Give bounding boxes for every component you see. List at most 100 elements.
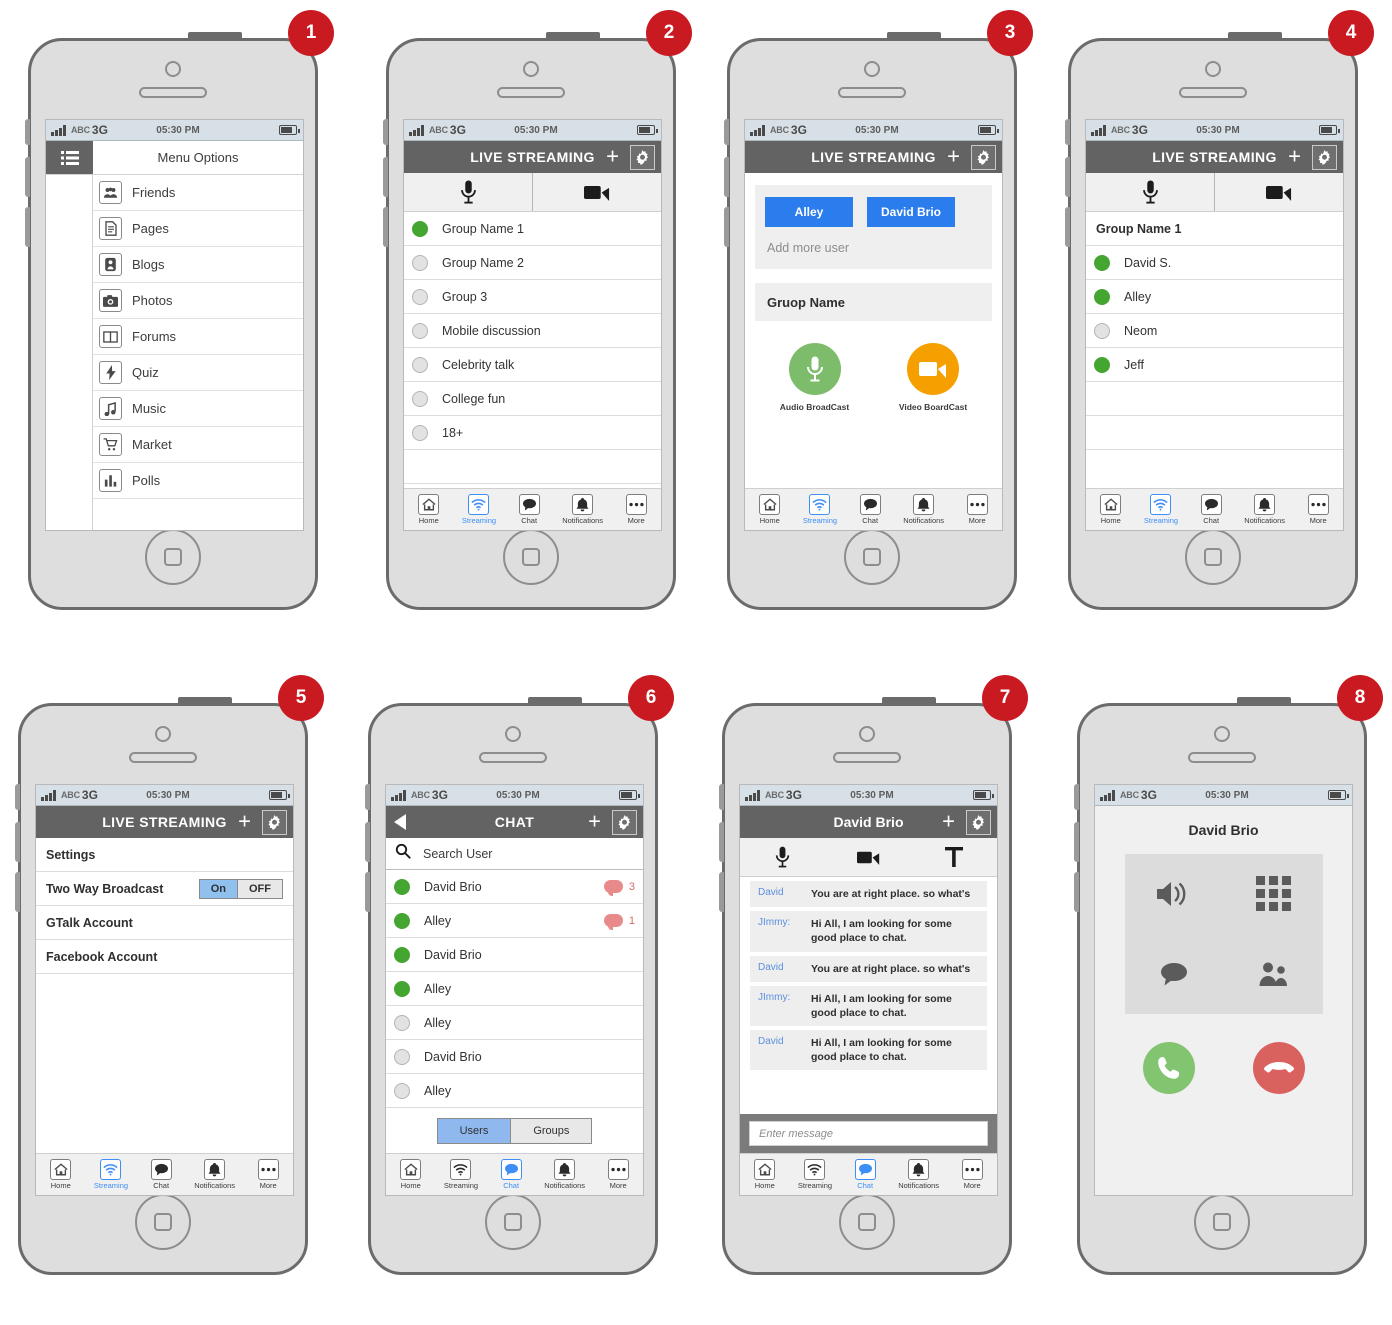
list-item[interactable]: Celebrity talk — [404, 348, 661, 382]
list-item[interactable]: David S. — [1086, 246, 1343, 280]
menu-item-pages[interactable]: Pages — [93, 211, 303, 247]
end-call-button[interactable] — [1252, 1042, 1305, 1094]
nav-item-more[interactable]: More — [966, 494, 988, 525]
menu-item-blogs[interactable]: Blogs — [93, 247, 303, 283]
nav-item-notifications[interactable]: Notifications — [194, 1159, 235, 1190]
video-broadcast-option[interactable]: Video BoardCast — [899, 343, 967, 412]
list-item[interactable]: Alley 1 — [386, 904, 643, 938]
list-item[interactable]: College fun — [404, 382, 661, 416]
home-button[interactable] — [844, 529, 900, 585]
nav-item-streaming[interactable]: Streaming — [444, 1159, 478, 1190]
segment-users[interactable]: Users — [437, 1119, 511, 1143]
home-button[interactable] — [839, 1194, 895, 1250]
list-item[interactable]: Group 3 — [404, 280, 661, 314]
nav-item-chat[interactable]: Chat — [1200, 494, 1222, 525]
message-input[interactable]: Enter message — [749, 1121, 988, 1146]
list-item[interactable]: 18+ — [404, 416, 661, 450]
add-button[interactable]: + — [947, 145, 960, 168]
nav-item-notifications[interactable]: Notifications — [544, 1159, 585, 1190]
tab-video-mode[interactable] — [826, 838, 912, 876]
menu-item-market[interactable]: Market — [93, 427, 303, 463]
nav-item-chat[interactable]: Chat — [518, 494, 540, 525]
toggle-off-option[interactable]: OFF — [237, 879, 282, 898]
nav-item-notifications[interactable]: Notifications — [1244, 494, 1285, 525]
home-button[interactable] — [485, 1194, 541, 1250]
list-item[interactable]: David Brio — [386, 938, 643, 972]
menu-item-quiz[interactable]: Quiz — [93, 355, 303, 391]
home-button[interactable] — [145, 529, 201, 585]
menu-item-forums[interactable]: Forums — [93, 319, 303, 355]
settings-gear-button[interactable] — [1312, 145, 1337, 170]
add-button[interactable]: + — [606, 145, 619, 168]
add-button[interactable]: + — [238, 810, 251, 833]
nav-item-chat[interactable]: Chat — [854, 1159, 876, 1190]
home-button[interactable] — [135, 1194, 191, 1250]
home-button[interactable] — [1194, 1194, 1250, 1250]
menu-item-polls[interactable]: Polls — [93, 463, 303, 499]
nav-item-home[interactable]: Home — [418, 494, 440, 525]
list-item[interactable]: Mobile discussion — [404, 314, 661, 348]
segmented-control[interactable]: Users Groups — [436, 1118, 593, 1144]
nav-item-streaming[interactable]: Streaming — [94, 1159, 128, 1190]
group-name-field[interactable]: Gruop Name — [755, 283, 992, 321]
nav-item-more[interactable]: More — [1307, 494, 1329, 525]
add-more-user-button[interactable]: Add more user — [765, 241, 982, 255]
settings-gear-button[interactable] — [971, 145, 996, 170]
home-button[interactable] — [503, 529, 559, 585]
two-way-broadcast-toggle[interactable]: On OFF — [198, 878, 283, 899]
nav-item-notifications[interactable]: Notifications — [898, 1159, 939, 1190]
home-button[interactable] — [1185, 529, 1241, 585]
setting-gtalk-account[interactable]: GTalk Account — [36, 906, 293, 940]
nav-item-chat[interactable]: Chat — [150, 1159, 172, 1190]
toggle-on-option[interactable]: On — [199, 879, 237, 898]
add-button[interactable]: + — [942, 810, 955, 833]
nav-item-chat[interactable]: Chat — [859, 494, 881, 525]
menu-item-music[interactable]: Music — [93, 391, 303, 427]
back-button[interactable] — [394, 814, 406, 830]
tab-text-mode[interactable] — [911, 838, 997, 876]
tab-video-mode[interactable] — [532, 173, 661, 211]
list-item[interactable]: Alley — [1086, 280, 1343, 314]
tab-audio-mode[interactable] — [1086, 173, 1214, 211]
call-option-add-contacts[interactable] — [1224, 934, 1323, 1014]
nav-item-notifications[interactable]: Notifications — [903, 494, 944, 525]
list-item[interactable]: Group Name 1 — [404, 212, 661, 246]
menu-item-photos[interactable]: Photos — [93, 283, 303, 319]
search-user-row[interactable]: Search User — [386, 838, 643, 870]
call-option-keypad[interactable] — [1224, 854, 1323, 934]
call-option-speaker[interactable] — [1124, 854, 1223, 934]
nav-item-more[interactable]: More — [625, 494, 647, 525]
nav-item-more[interactable]: More — [257, 1159, 279, 1190]
search-input[interactable]: Search User — [423, 847, 492, 861]
nav-item-chat[interactable]: Chat — [500, 1159, 522, 1190]
nav-item-streaming[interactable]: Streaming — [1144, 494, 1178, 525]
answer-call-button[interactable] — [1142, 1042, 1195, 1094]
nav-item-home[interactable]: Home — [754, 1159, 776, 1190]
tab-audio-mode[interactable] — [404, 173, 532, 211]
nav-item-streaming[interactable]: Streaming — [462, 494, 496, 525]
nav-item-home[interactable]: Home — [400, 1159, 422, 1190]
add-button[interactable]: + — [1288, 145, 1301, 168]
audio-broadcast-option[interactable]: Audio BroadCast — [780, 343, 849, 412]
nav-item-more[interactable]: More — [607, 1159, 629, 1190]
settings-gear-button[interactable] — [612, 810, 637, 835]
menu-item-friends[interactable]: Friends — [93, 175, 303, 211]
list-item[interactable]: David Brio 3 — [386, 870, 643, 904]
user-chip[interactable]: Alley — [765, 197, 853, 227]
settings-gear-button[interactable] — [966, 810, 991, 835]
list-item[interactable]: Group Name 2 — [404, 246, 661, 280]
nav-item-home[interactable]: Home — [50, 1159, 72, 1190]
add-button[interactable]: + — [588, 810, 601, 833]
nav-item-home[interactable]: Home — [1100, 494, 1122, 525]
menu-hamburger-button[interactable] — [46, 141, 93, 174]
list-item[interactable]: Alley — [386, 1006, 643, 1040]
setting-facebook-account[interactable]: Facebook Account — [36, 940, 293, 974]
settings-gear-button[interactable] — [630, 145, 655, 170]
tab-audio-mode[interactable] — [740, 838, 826, 876]
list-item[interactable]: Neom — [1086, 314, 1343, 348]
user-chip[interactable]: David Brio — [867, 197, 955, 227]
list-item[interactable]: Jeff — [1086, 348, 1343, 382]
nav-item-home[interactable]: Home — [759, 494, 781, 525]
nav-item-streaming[interactable]: Streaming — [803, 494, 837, 525]
nav-item-more[interactable]: More — [961, 1159, 983, 1190]
